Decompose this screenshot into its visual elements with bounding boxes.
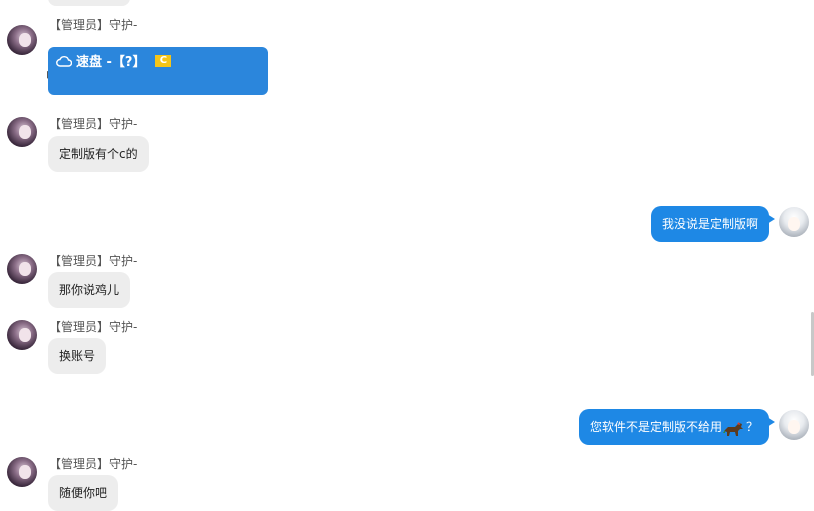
message-suffix: ？ bbox=[745, 420, 758, 434]
sender-name: 【管理员】守护- bbox=[49, 18, 138, 32]
avatar[interactable] bbox=[7, 117, 37, 147]
avatar[interactable] bbox=[7, 254, 37, 284]
message-bubble: 换账号 bbox=[48, 338, 107, 374]
message-bubble: 随便你吧 bbox=[48, 475, 119, 511]
message-bubble: 那你说鸡儿 bbox=[48, 272, 131, 308]
avatar[interactable] bbox=[7, 457, 37, 487]
sender-name: 【管理员】守护- bbox=[49, 254, 138, 268]
avatar[interactable] bbox=[7, 25, 37, 55]
card-badge: C bbox=[155, 54, 172, 67]
horse-emoji-icon bbox=[722, 421, 743, 436]
my-message-bubble: 您软件不是定制版不给用 ？ bbox=[578, 409, 776, 445]
message-bubble: 定制版有个c的 bbox=[48, 136, 149, 172]
my-avatar[interactable] bbox=[779, 410, 809, 440]
sender-name: 【管理员】守护- bbox=[49, 457, 138, 471]
sender-name: 【管理员】守护- bbox=[49, 117, 138, 131]
sender-name: 【管理员】守护- bbox=[49, 320, 138, 334]
avatar[interactable] bbox=[7, 320, 37, 350]
share-card[interactable]: 速盘 -【?】 C bbox=[48, 47, 268, 95]
card-title: 速盘 -【?】 bbox=[76, 55, 146, 70]
previous-message-bubble bbox=[48, 0, 130, 6]
message-text: 您软件不是定制版不给用 bbox=[589, 420, 722, 434]
my-message-bubble: 我没说是定制版啊 bbox=[650, 206, 776, 242]
my-avatar[interactable] bbox=[779, 207, 809, 237]
cloud-icon bbox=[56, 55, 72, 67]
